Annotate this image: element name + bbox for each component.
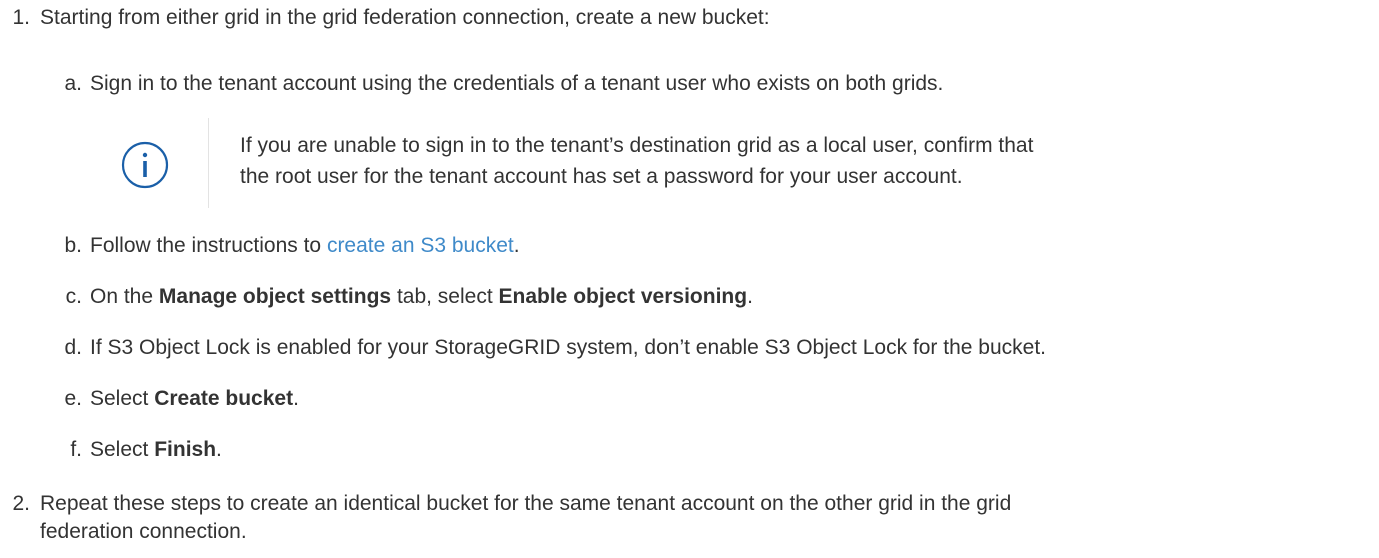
substep-text: Select Create bucket. <box>90 385 299 413</box>
substep-letter: b. <box>64 234 82 257</box>
create-bucket-label: Create bucket <box>154 387 294 410</box>
step-text: Repeat these steps to create an identica… <box>40 492 1012 515</box>
substep-letter: d. <box>64 336 82 359</box>
text-suffix: . <box>216 438 222 461</box>
text-suffix: . <box>513 234 520 257</box>
substep-text: Follow the instructions to create an S3 … <box>90 232 520 260</box>
info-circle-icon <box>120 140 170 190</box>
finish-label: Finish <box>154 438 217 461</box>
substep-text: On the Manage object settings tab, selec… <box>90 283 753 311</box>
note-admonition: If you are unable to sign in to the tena… <box>120 118 1220 208</box>
create-s3-bucket-link[interactable]: create an S3 bucket <box>327 234 514 257</box>
substep-text: Select Finish. <box>90 436 222 464</box>
step-number: 1. <box>12 6 30 29</box>
substep-letter: f. <box>70 438 82 461</box>
note-line: the root user for the tenant account has… <box>240 165 963 188</box>
text-prefix: Follow the instructions to <box>90 234 327 257</box>
note-text: If you are unable to sign in to the tena… <box>240 130 1200 192</box>
substep-letter: e. <box>64 387 82 410</box>
step-text: Starting from either grid in the grid fe… <box>40 6 770 29</box>
note-divider <box>208 118 209 208</box>
text-suffix: . <box>747 285 753 308</box>
note-line: If you are unable to sign in to the tena… <box>240 134 1034 157</box>
text-prefix: Select <box>90 387 155 410</box>
text-prefix: On the <box>90 285 159 308</box>
step-text: federation connection. <box>40 520 247 543</box>
substep-letter: a. <box>64 72 82 95</box>
text-suffix: . <box>293 387 299 410</box>
text-middle: tab, select <box>391 285 499 308</box>
manage-object-settings-label: Manage object settings <box>158 285 392 308</box>
substep-letter: c. <box>65 285 82 308</box>
substep-text: Sign in to the tenant account using the … <box>90 72 944 95</box>
step-number: 2. <box>12 492 30 515</box>
substep-text: If S3 Object Lock is enabled for your St… <box>90 336 1046 359</box>
enable-object-versioning-label: Enable object versioning <box>498 285 748 308</box>
text-prefix: Select <box>90 438 155 461</box>
